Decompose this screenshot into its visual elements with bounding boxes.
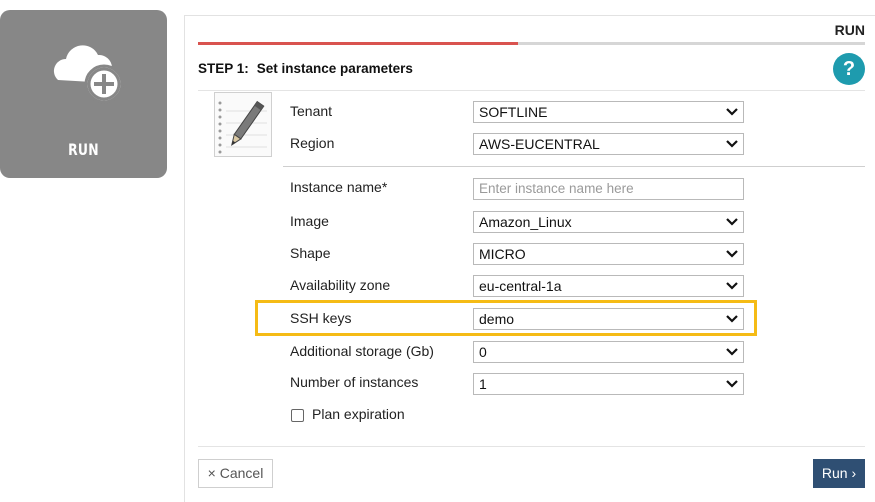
region-select[interactable]: AWS-EUCENTRAL [473, 133, 744, 155]
additional-storage-label: Additional storage (Gb) [290, 343, 434, 359]
availability-zone-value: eu-central-1a [479, 278, 562, 294]
progress-fill [198, 42, 519, 45]
divider [198, 446, 865, 447]
chevron-down-icon [726, 250, 738, 258]
plan-expiration-label: Plan expiration [312, 406, 405, 422]
availability-zone-label: Availability zone [290, 277, 391, 293]
divider [198, 90, 865, 91]
additional-storage-select[interactable]: 0 [473, 341, 744, 363]
tenant-select[interactable]: SOFTLINE [473, 101, 744, 123]
run-button[interactable]: Run › [813, 459, 865, 488]
number-of-instances-value: 1 [479, 376, 487, 392]
region-value: AWS-EUCENTRAL [479, 136, 600, 152]
run-panel: RUN STEP 1: Set instance parameters ? Te… [184, 15, 875, 502]
chevron-down-icon [726, 218, 738, 226]
chevron-down-icon [726, 282, 738, 290]
ssh-keys-select[interactable]: demo [473, 308, 744, 330]
chevron-down-icon [726, 140, 738, 148]
number-of-instances-label: Number of instances [290, 374, 419, 390]
progress-bar [198, 42, 865, 45]
image-value: Amazon_Linux [479, 214, 572, 230]
step-number: STEP 1: [198, 61, 249, 76]
shape-select[interactable]: MICRO [473, 243, 744, 265]
instance-name-field[interactable]: Enter instance name here [473, 178, 744, 200]
cancel-button[interactable]: × Cancel [198, 459, 273, 488]
chevron-down-icon [726, 108, 738, 116]
tenant-label: Tenant [290, 103, 333, 119]
availability-zone-select[interactable]: eu-central-1a [473, 275, 744, 297]
chevron-down-icon [726, 315, 738, 323]
ssh-keys-label: SSH keys [290, 310, 352, 326]
image-select[interactable]: Amazon_Linux [473, 211, 744, 233]
chevron-down-icon [726, 380, 738, 388]
ssh-keys-value: demo [479, 311, 515, 327]
number-of-instances-select[interactable]: 1 [473, 373, 744, 395]
run-tile[interactable]: RUN [0, 10, 167, 178]
additional-storage-value: 0 [479, 344, 487, 360]
step-name: Set instance parameters [256, 61, 413, 76]
plan-expiration-checkbox[interactable] [291, 409, 304, 422]
shape-label: Shape [290, 245, 331, 261]
panel-title: RUN [834, 22, 865, 38]
shape-value: MICRO [479, 246, 526, 262]
cloud-add-icon [53, 45, 124, 104]
instance-name-label: Instance name* [290, 179, 388, 195]
notepad-pencil-icon [214, 92, 272, 157]
tenant-value: SOFTLINE [479, 104, 548, 120]
instance-name-placeholder: Enter instance name here [479, 181, 634, 196]
image-label: Image [290, 213, 329, 229]
chevron-down-icon [726, 348, 738, 356]
region-label: Region [290, 135, 335, 151]
tile-label: RUN [68, 140, 99, 159]
help-button[interactable]: ? [833, 53, 865, 85]
section-divider [283, 166, 865, 167]
step-title: STEP 1: Set instance parameters [198, 61, 413, 76]
